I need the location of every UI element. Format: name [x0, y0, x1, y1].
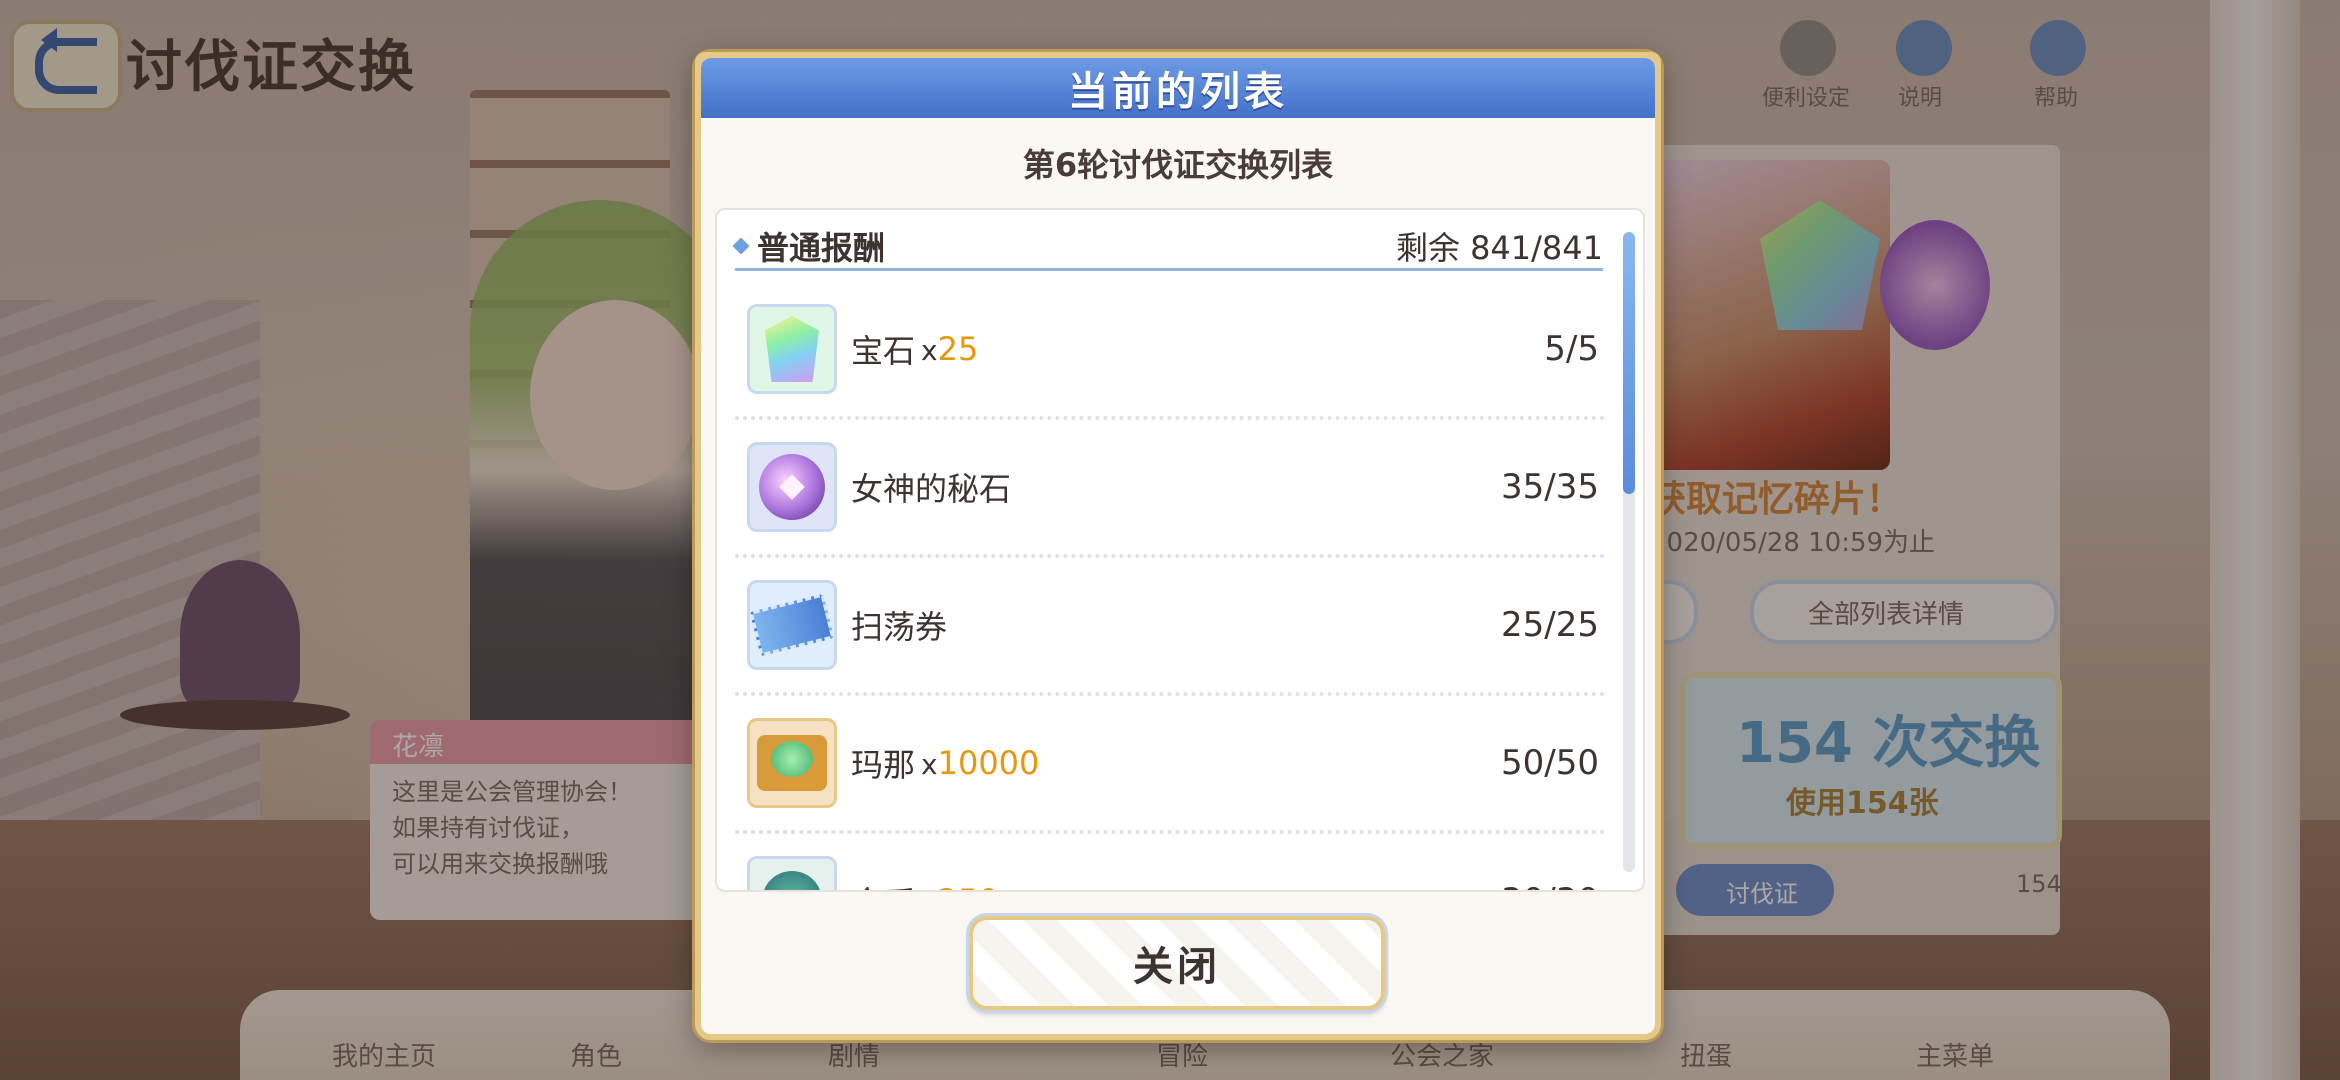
- scrollbar-thumb[interactable]: [1623, 232, 1635, 494]
- list-item[interactable]: 玛那 x10000 50/50: [735, 696, 1605, 834]
- item-name: 宝石: [851, 332, 916, 370]
- item-quantity: x25: [921, 330, 979, 368]
- item-remaining: 30/30: [1501, 881, 1599, 890]
- list-item[interactable]: 宝石 x25 5/5: [735, 282, 1605, 420]
- item-remaining: 25/25: [1501, 605, 1599, 645]
- item-name: 扫荡券: [851, 608, 948, 646]
- item-name: 金币: [851, 878, 915, 890]
- dialog-subtitle: 第6轮讨伐证交换列表: [1022, 146, 1334, 184]
- mana-icon: [747, 718, 837, 808]
- reward-list[interactable]: 普通报酬 剩余 841/841 宝石 x25 5/5 女神的秘石 35/35 扫荡…: [715, 208, 1645, 892]
- corner-ornament: [695, 52, 725, 82]
- list-item[interactable]: 女神的秘石 35/35: [735, 420, 1605, 558]
- dialog-title: 当前的列表: [1068, 69, 1288, 115]
- sweep-ticket-icon: [747, 580, 837, 670]
- reward-rows: 宝石 x25 5/5 女神的秘石 35/35 扫荡券 25/25 玛那 x100…: [735, 282, 1605, 890]
- corner-ornament: [1631, 52, 1661, 82]
- item-remaining: 50/50: [1501, 743, 1599, 783]
- item-quantity: x250: [921, 882, 999, 890]
- section-remaining: 剩余 841/841: [1396, 223, 1603, 269]
- gem-icon: [747, 304, 837, 394]
- item-name: 女神的秘石: [851, 470, 1012, 508]
- close-button-label: 关闭: [1133, 944, 1221, 990]
- item-remaining: 35/35: [1501, 467, 1599, 507]
- section-title: 普通报酬: [757, 229, 886, 267]
- remaining-label: 剩余: [1396, 229, 1461, 267]
- list-scrollbar[interactable]: [1623, 232, 1635, 872]
- coin-icon: [747, 856, 837, 890]
- list-item[interactable]: 扫荡券 25/25: [735, 558, 1605, 696]
- section-header: 普通报酬 剩余 841/841: [732, 223, 1603, 271]
- remaining-value: 841/841: [1470, 229, 1603, 267]
- diamond-bullet-icon: [732, 237, 750, 255]
- goddess-stone-icon: [747, 442, 837, 532]
- close-button[interactable]: 关闭: [969, 916, 1385, 1010]
- exchange-list-dialog: 当前的列表 第6轮讨伐证交换列表 普通报酬 剩余 841/841 宝石 x25 5…: [695, 52, 1661, 1040]
- list-item[interactable]: 金币 x250 30/30: [735, 834, 1605, 890]
- item-remaining: 5/5: [1544, 329, 1599, 369]
- dialog-header: 当前的列表: [701, 58, 1655, 118]
- item-name: 玛那: [851, 746, 916, 784]
- item-quantity: x10000: [921, 744, 1040, 782]
